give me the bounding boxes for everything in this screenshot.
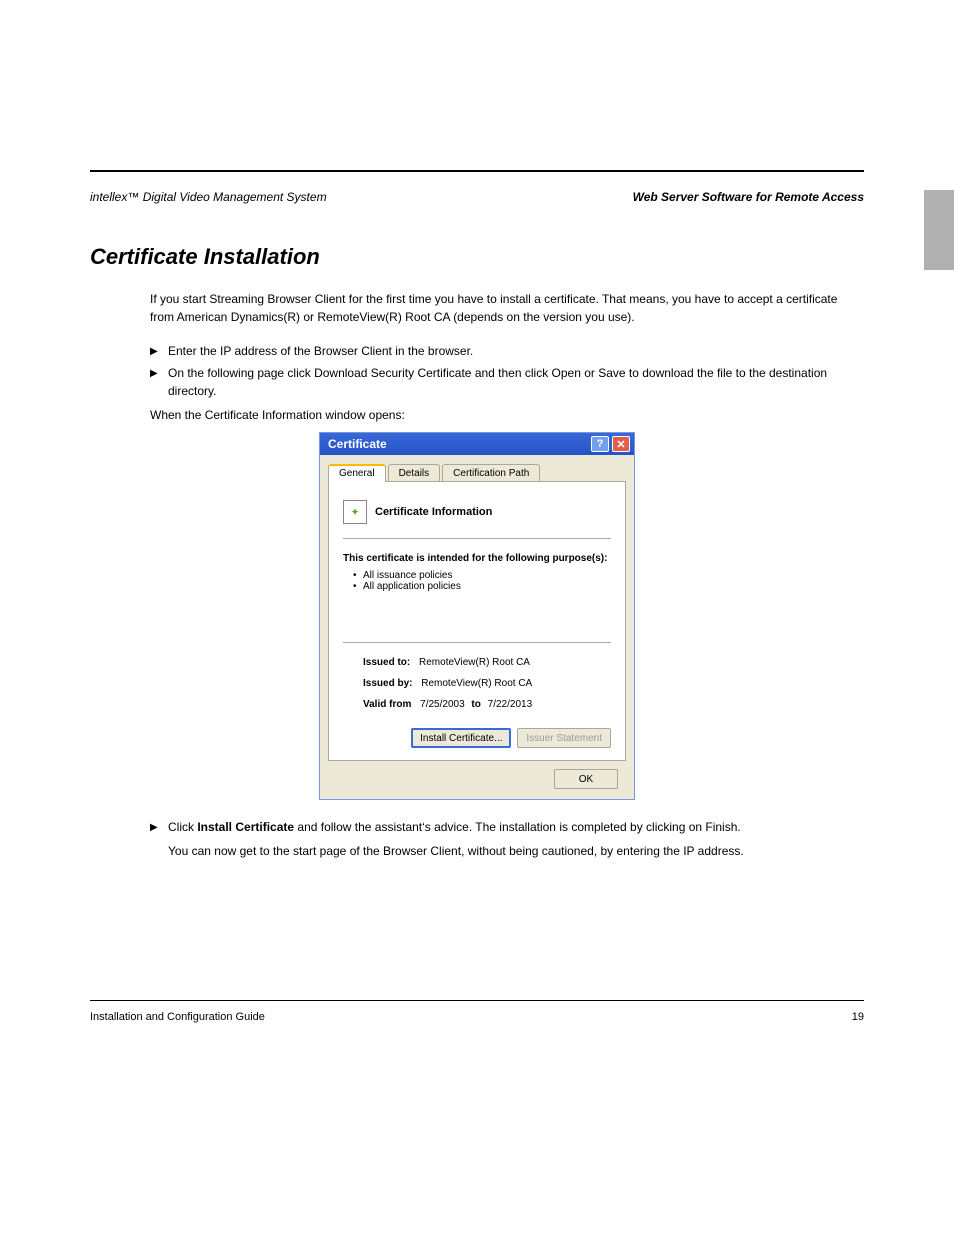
tab-certification-path[interactable]: Certification Path [442, 464, 540, 482]
bullet-icon: ▶ [150, 820, 168, 835]
bullet-icon: ▶ [150, 344, 168, 359]
intro-paragraph: If you start Streaming Browser Client fo… [150, 290, 864, 326]
certificate-icon: ✦ [343, 500, 367, 524]
dialog-title: Certificate [328, 437, 387, 451]
certificate-info-heading: Certificate Information [375, 506, 492, 518]
close-icon[interactable]: ✕ [612, 436, 630, 452]
footer-left: Installation and Configuration Guide [90, 1011, 265, 1023]
certificate-dialog: Certificate ? ✕ General Details Certific… [319, 432, 635, 800]
purpose-item: All application policies [363, 581, 611, 592]
section-title: Certificate Installation [90, 244, 864, 270]
issued-by-label: Issued by: [363, 678, 412, 689]
side-tab [924, 190, 954, 270]
bullet-icon: ▶ [150, 366, 168, 381]
bullet-2-text: On the following page click Download Sec… [168, 364, 864, 400]
bullet-3-action: Install Certificate [197, 820, 294, 834]
install-certificate-button[interactable]: Install Certificate... [411, 728, 511, 748]
bullet-3-suffix: and follow the assistant‘s advice. The i… [297, 820, 740, 834]
footer-rule [90, 1000, 864, 1001]
dialog-titlebar: Certificate ? ✕ [320, 433, 634, 455]
purpose-label: This certificate is intended for the fol… [343, 553, 611, 564]
header-rule [90, 170, 864, 172]
issued-to-value: RemoteView(R) Root CA [419, 657, 530, 668]
bullet-3-text: Click Install Certificate and follow the… [168, 818, 744, 860]
divider [343, 642, 611, 643]
header-left: intellex™ Digital Video Management Syste… [90, 190, 327, 204]
issued-to-label: Issued to: [363, 657, 410, 668]
tab-details[interactable]: Details [388, 464, 441, 482]
valid-from-value: 7/25/2003 [420, 699, 465, 710]
header-right: Web Server Software for Remote Access [633, 190, 864, 204]
issuer-statement-button: Issuer Statement [517, 728, 611, 748]
help-icon[interactable]: ? [591, 436, 609, 452]
bullet-3-extra: You can now get to the start page of the… [168, 844, 744, 858]
divider [343, 538, 611, 539]
valid-from-label: Valid from [363, 699, 411, 710]
valid-to-label: to [471, 699, 480, 710]
footer-page-number: 19 [852, 1011, 864, 1023]
after-figure-intro: When the Certificate Information window … [150, 406, 864, 424]
bullet-1-text: Enter the IP address of the Browser Clie… [168, 342, 473, 360]
ok-button[interactable]: OK [554, 769, 618, 789]
valid-to-value: 7/22/2013 [488, 699, 533, 710]
purpose-item: All issuance policies [363, 570, 611, 581]
issued-by-value: RemoteView(R) Root CA [421, 678, 532, 689]
tab-general[interactable]: General [328, 464, 386, 482]
bullet-3-prefix: Click [168, 820, 197, 834]
tab-pane-general: ✦ Certificate Information This certifica… [328, 481, 626, 761]
